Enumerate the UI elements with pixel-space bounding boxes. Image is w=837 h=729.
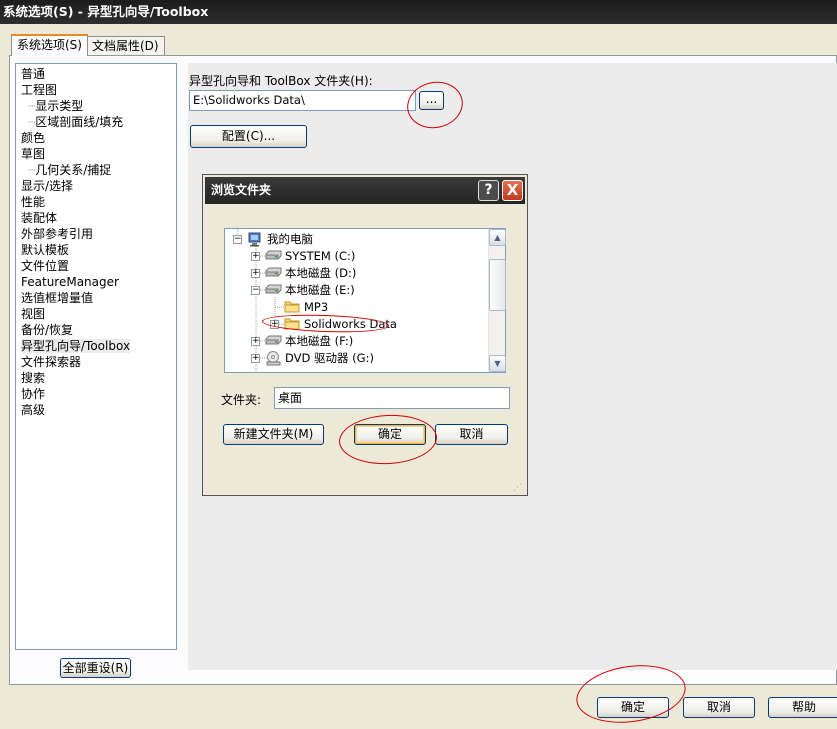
browse-folder-button[interactable]: ... xyxy=(419,91,444,110)
tree-item[interactable]: 颜色 xyxy=(21,130,45,146)
tree-item-label: 异型孔向导/Toolbox xyxy=(21,339,131,353)
collapse-icon[interactable]: − xyxy=(251,286,260,295)
expand-icon[interactable]: + xyxy=(270,320,279,329)
drive-icon xyxy=(265,283,282,298)
close-icon[interactable]: X xyxy=(502,180,523,201)
browse-dialog-title-bar: 浏览文件夹 xyxy=(205,177,525,204)
folder-icon xyxy=(284,300,301,316)
drive-icon xyxy=(265,249,282,264)
tree-item[interactable]: 显示/选择 xyxy=(21,178,73,194)
folder-icon xyxy=(284,317,301,333)
tree-item[interactable]: 装配体 xyxy=(21,210,57,226)
dialog-cancel-button[interactable]: 取消 xyxy=(435,424,508,445)
tree-item[interactable]: 工程图 xyxy=(21,82,57,98)
scroll-thumb[interactable] xyxy=(489,259,506,311)
expand-icon[interactable]: + xyxy=(251,337,260,346)
computer-icon xyxy=(247,232,263,250)
browse-dialog-title: 浏览文件夹 xyxy=(211,183,272,197)
tree-item-label: 显示类型 xyxy=(35,99,84,113)
tree-item[interactable]: 文件位置 xyxy=(21,258,69,274)
folder-tree-item[interactable]: SYSTEM (C:) xyxy=(285,248,355,265)
drive-icon xyxy=(265,334,282,349)
tree-item-label: 草图 xyxy=(21,147,46,161)
tree-item-label: 备份/恢复 xyxy=(21,323,74,337)
window-title: 系统选项(S) - 异型孔向导/Toolbox xyxy=(3,4,209,19)
tree-item-label: 显示/选择 xyxy=(21,179,74,193)
help-button[interactable]: 帮助 xyxy=(768,697,837,718)
tree-item[interactable]: 文件探索器 xyxy=(21,354,81,370)
tree-connector-icon: ┈ xyxy=(28,163,35,177)
cancel-button[interactable]: 取消 xyxy=(683,697,755,718)
dialog-ok-button[interactable]: 确定 xyxy=(354,424,426,445)
resize-grip-icon[interactable]: ⋰ xyxy=(513,482,525,494)
folder-tree-item[interactable]: 本地磁盘 (E:) xyxy=(285,282,355,299)
tab-system-options[interactable]: 系统选项(S) xyxy=(11,34,88,56)
ok-button[interactable]: 确定 xyxy=(597,697,669,718)
folder-tree[interactable]: − 我的电脑 + SYSTEM (C:) + 本地磁盘 (D:) − 本地磁盘 (E:) MP3… xyxy=(224,228,506,373)
new-folder-button[interactable]: 新建文件夹(M) xyxy=(223,424,324,445)
help-icon[interactable]: ? xyxy=(478,180,499,201)
tree-item-label: 文件探索器 xyxy=(21,355,82,369)
tree-item[interactable]: ┈区域剖面线/填充 xyxy=(28,114,123,130)
tree-item-label: 高级 xyxy=(21,403,46,417)
tree-item[interactable]: 备份/恢复 xyxy=(21,322,73,338)
tree-item[interactable]: 默认模板 xyxy=(21,242,69,258)
reset-all-button[interactable]: 全部重设(R) xyxy=(60,658,131,678)
toolbox-folder-input[interactable]: E:\Solidworks Data\ xyxy=(189,90,416,111)
window-title-bar: 系统选项(S) - 异型孔向导/Toolbox xyxy=(0,0,837,24)
tree-item[interactable]: 外部参考引用 xyxy=(21,226,93,242)
folder-tree-item[interactable]: MP3 xyxy=(304,299,328,316)
tree-item-label: 选值框增量值 xyxy=(21,291,94,305)
tree-item-label: FeatureManager xyxy=(21,275,119,289)
expand-icon[interactable]: + xyxy=(251,354,260,363)
tree-item[interactable]: 异型孔向导/Toolbox xyxy=(21,338,131,354)
tree-item-label: 协作 xyxy=(21,387,46,401)
folder-tree-item[interactable]: DVD 驱动器 (G:) xyxy=(285,350,374,367)
scroll-down-icon[interactable]: ▼ xyxy=(489,355,506,372)
tree-item-label: 区域剖面线/填充 xyxy=(35,115,124,129)
tree-item[interactable]: 高级 xyxy=(21,402,45,418)
scroll-up-icon[interactable]: ▲ xyxy=(489,229,506,246)
tree-item-label: 颜色 xyxy=(21,131,46,145)
tree-item-label: 装配体 xyxy=(21,211,58,225)
tree-item-label: 文件位置 xyxy=(21,259,70,273)
folder-tree-item[interactable]: Solidworks Data xyxy=(304,316,397,333)
folder-name-input[interactable]: 桌面 xyxy=(274,387,510,409)
folder-tree-scrollbar[interactable]: ▲ ▼ xyxy=(488,229,506,372)
expand-icon[interactable]: + xyxy=(251,252,260,261)
configure-button[interactable]: 配置(C)... xyxy=(190,125,307,148)
folder-tree-item[interactable]: 我的电脑 xyxy=(267,231,313,248)
folder-tree-item[interactable]: 本地磁盘 (D:) xyxy=(285,265,356,282)
tab-document-properties[interactable]: 文档属性(D) xyxy=(86,36,165,56)
drive-icon xyxy=(265,266,282,281)
toolbox-folder-label: 异型孔向导和 ToolBox 文件夹(H): xyxy=(189,74,373,88)
tree-item-label: 工程图 xyxy=(21,83,58,97)
tree-item-label: 视图 xyxy=(21,307,46,321)
tree-item[interactable]: 搜索 xyxy=(21,370,45,386)
tree-connector-icon: ┈ xyxy=(28,115,35,129)
tree-item-label: 性能 xyxy=(21,195,46,209)
expand-icon[interactable]: + xyxy=(251,269,260,278)
tree-item-label: 普通 xyxy=(21,67,46,81)
tree-connector-icon: ┈ xyxy=(28,99,35,113)
tree-item[interactable]: 选值框增量值 xyxy=(21,290,93,306)
tree-item-label: 默认模板 xyxy=(21,243,70,257)
tree-item[interactable]: 视图 xyxy=(21,306,45,322)
tree-item[interactable]: ┈几何关系/捕捉 xyxy=(28,162,111,178)
tree-item[interactable]: 普通 xyxy=(21,66,45,82)
tree-item[interactable]: FeatureManager xyxy=(21,274,119,290)
folder-label: 文件夹: xyxy=(221,393,262,407)
tree-item-label: 搜索 xyxy=(21,371,46,385)
tree-item[interactable]: ┈显示类型 xyxy=(28,98,83,114)
tree-item[interactable]: 协作 xyxy=(21,386,45,402)
tree-item-label: 几何关系/捕捉 xyxy=(35,163,112,177)
tree-item[interactable]: 草图 xyxy=(21,146,45,162)
options-tree[interactable]: 普通 工程图 ┈显示类型 ┈区域剖面线/填充 颜色 草图 ┈几何关系/捕捉 显示/选择 性能 装配… xyxy=(15,63,177,650)
dvd-icon xyxy=(265,351,282,369)
collapse-icon[interactable]: − xyxy=(233,235,242,244)
tree-item-label: 外部参考引用 xyxy=(21,227,94,241)
tree-item[interactable]: 性能 xyxy=(21,194,45,210)
folder-tree-item[interactable]: 本地磁盘 (F:) xyxy=(285,333,353,350)
